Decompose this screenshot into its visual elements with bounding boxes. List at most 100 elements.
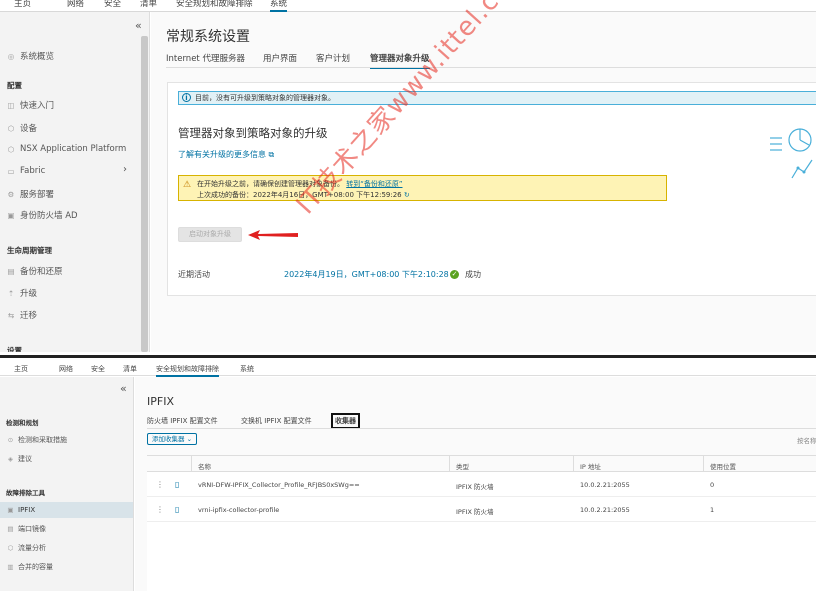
recent-activity-label: 近期活动 xyxy=(178,270,210,279)
sort-by-name[interactable]: 按名称 xyxy=(797,435,816,445)
sidebar-item-overview[interactable]: ◎ 系统概览 xyxy=(6,50,54,63)
nav-tab-security[interactable]: 安全 xyxy=(91,364,105,374)
collapse-sidebar-icon[interactable]: « xyxy=(120,382,127,395)
sidebar-item-label: 端口镜像 xyxy=(18,525,46,533)
learn-more-link[interactable]: 了解有关升级的更多信息 ⧉ xyxy=(178,149,274,160)
sidebar-item-device[interactable]: ⬡ 设备 xyxy=(6,122,38,135)
document-icon[interactable]: ▯ xyxy=(175,480,179,489)
add-collector-button[interactable]: 添加收集器 ⌄ xyxy=(147,433,198,445)
sidebar-section-config: 配置 xyxy=(7,81,22,90)
migrate-icon: ⇆ xyxy=(7,310,15,320)
nav-tab-home[interactable]: 主页 xyxy=(14,0,31,9)
tab-user-interface[interactable]: 用户界面 xyxy=(263,52,297,64)
tab-divider xyxy=(147,428,816,429)
sidebar-item-identity-firewall[interactable]: ▣ 身份防火墙 AD xyxy=(6,209,78,222)
sidebar-item-detection[interactable]: ⊙ 检测和采取措施 xyxy=(6,435,67,445)
backup-restore-link[interactable]: 转到“备份和还原” xyxy=(346,180,402,188)
flow-analysis-icon: ⬡ xyxy=(7,544,14,552)
nav-tab-home[interactable]: 主页 xyxy=(14,364,28,374)
device-icon: ⬡ xyxy=(7,123,15,133)
warning-text: 在开始升级之前，请确保创建管理器对象备份。 转到“备份和还原” xyxy=(197,179,403,189)
sidebar-item-service-deploy[interactable]: ⚙ 服务部署 xyxy=(6,188,54,201)
sidebar-item-label: 身份防火墙 AD xyxy=(20,211,78,221)
merged-capacity-icon: ▥ xyxy=(7,563,14,571)
collector-name: vrni-ipfix-collector-profile xyxy=(198,506,280,514)
sidebar-item-label: 设备 xyxy=(20,124,38,134)
fabric-icon: ▭ xyxy=(7,166,15,176)
sidebar-item-upgrade[interactable]: ⇡ 升级 xyxy=(6,287,38,300)
nav-tab-planning[interactable]: 安全规划和故障排除 xyxy=(176,0,253,9)
info-icon: i xyxy=(182,93,191,102)
nav-tab-system[interactable]: 系统 xyxy=(240,364,254,374)
sidebar-item-nsx-app-platform[interactable]: ⬡ NSX Application Platform xyxy=(6,144,127,154)
sidebar-item-port-mirror[interactable]: ▤ 端口镜像 xyxy=(6,524,46,534)
nav-tab-security[interactable]: 安全 xyxy=(104,0,121,9)
page-title: 常规系统设置 xyxy=(166,29,250,45)
column-separator xyxy=(449,456,450,472)
warning-prefix: 在开始升级之前，请确保创建管理器对象备份。 xyxy=(197,180,344,188)
nav-tab-network[interactable]: 网络 xyxy=(67,0,84,9)
external-link-icon: ⧉ xyxy=(268,150,275,159)
ipfix-icon: ▣ xyxy=(7,506,14,514)
tab-switch-ipfix-profiles[interactable]: 交换机 IPFIX 配置文件 xyxy=(241,416,312,426)
tab-collectors[interactable]: 收集器 xyxy=(331,413,360,429)
sidebar-item-ipfix[interactable]: ▣ IPFIX xyxy=(0,502,133,518)
sidebar-item-migrate[interactable]: ⇆ 迁移 xyxy=(6,309,37,322)
collector-usage[interactable]: 0 xyxy=(710,481,714,489)
last-backup-text: 上次成功的备份：2022年4月16日，GMT+08:00 下午12:59:26 … xyxy=(197,190,410,200)
nav-tab-planning[interactable]: 安全规划和故障排除 xyxy=(156,364,219,377)
screenshot-divider xyxy=(0,355,816,358)
manager-object-upgrade-screen: 主页 网络 安全 清单 安全规划和故障排除 系统 « ◎ 系统概览 配置 ◫ 快… xyxy=(0,0,816,352)
sidebar-item-quickstart[interactable]: ◫ 快速入门 xyxy=(6,99,54,112)
red-arrow-annotation xyxy=(248,230,298,240)
nsx-app-platform-icon: ⬡ xyxy=(7,144,15,154)
row-actions-icon[interactable]: ⋮ xyxy=(156,505,164,514)
nav-tab-network[interactable]: 网络 xyxy=(59,364,73,374)
table-row[interactable]: ⋮ ▯ vRNI-DFW-IPFIX_Collector_Profile_RFJ… xyxy=(147,473,816,497)
recent-activity-time[interactable]: 2022年4月19日，GMT+08:00 下午2:10:28 xyxy=(284,269,449,280)
sidebar-item-backup[interactable]: ▤ 备份和还原 xyxy=(6,265,62,278)
chevron-right-icon[interactable]: › xyxy=(123,164,127,175)
tab-divider xyxy=(166,67,816,68)
refresh-icon[interactable]: ↻ xyxy=(404,191,410,199)
nav-tab-inventory[interactable]: 清单 xyxy=(140,0,157,9)
backup-icon: ▤ xyxy=(7,266,15,276)
sidebar-item-flow-analysis[interactable]: ⬡ 流量分析 xyxy=(6,543,46,553)
tab-firewall-ipfix-profiles[interactable]: 防火墙 IPFIX 配置文件 xyxy=(147,416,218,426)
info-banner: i 目前，没有可升级到策略对象的管理器对象。 xyxy=(178,91,816,105)
column-header-usage[interactable]: 使用位置 xyxy=(710,461,736,471)
top-navigation: 主页 网络 安全 清单 安全规划和故障排除 系统 xyxy=(0,360,816,377)
sidebar-item-fabric[interactable]: ▭ Fabric xyxy=(6,166,45,176)
table-row[interactable]: ⋮ ▯ vrni-ipfix-collector-profile IPFIX 防… xyxy=(147,498,816,522)
row-actions-icon[interactable]: ⋮ xyxy=(156,480,164,489)
upgrade-icon: ⇡ xyxy=(7,288,15,298)
sidebar-item-label: 升级 xyxy=(20,289,38,299)
column-header-type[interactable]: 类型 xyxy=(456,461,469,471)
detection-icon: ⊙ xyxy=(7,436,14,444)
nav-tab-system[interactable]: 系统 xyxy=(270,0,288,12)
column-header-ip[interactable]: IP 地址 xyxy=(580,461,601,471)
overview-icon: ◎ xyxy=(7,51,15,61)
sidebar-section-detect: 检测和规划 xyxy=(6,419,39,427)
sidebar-item-label: 合并的容量 xyxy=(18,563,53,571)
sidebar-item-merged-capacity[interactable]: ▥ 合并的容量 xyxy=(6,562,53,572)
start-object-upgrade-button[interactable]: 启动对象升级 xyxy=(178,227,242,242)
sidebar-item-label: NSX Application Platform xyxy=(20,144,127,154)
document-icon[interactable]: ▯ xyxy=(175,505,179,514)
main-content: IPFIX 防火墙 IPFIX 配置文件 交换机 IPFIX 配置文件 收集器 … xyxy=(135,377,816,591)
sidebar-item-label: Fabric xyxy=(20,166,46,176)
sidebar-item-label: 流量分析 xyxy=(18,544,46,552)
tab-customer-program[interactable]: 客户计划 xyxy=(316,52,350,64)
collapse-sidebar-icon[interactable]: « xyxy=(135,19,142,32)
column-header-name[interactable]: 名称 xyxy=(198,461,211,471)
sidebar-item-recommend[interactable]: ◈ 建议 xyxy=(6,454,32,464)
card-title: 管理器对象到策略对象的升级 xyxy=(178,126,328,140)
sidebar-scrollbar[interactable] xyxy=(141,36,148,352)
collector-type: IPFIX 防火墙 xyxy=(456,483,494,491)
nav-tab-inventory[interactable]: 清单 xyxy=(123,364,137,374)
collector-name: vRNI-DFW-IPFIX_Collector_Profile_RFJBS0x… xyxy=(198,481,360,489)
sidebar-section-lifecycle: 生命周期管理 xyxy=(7,246,52,255)
tab-internet-proxy[interactable]: Internet 代理服务器 xyxy=(166,52,245,64)
sidebar-item-label: IPFIX xyxy=(18,506,36,514)
collector-usage[interactable]: 1 xyxy=(710,506,714,514)
